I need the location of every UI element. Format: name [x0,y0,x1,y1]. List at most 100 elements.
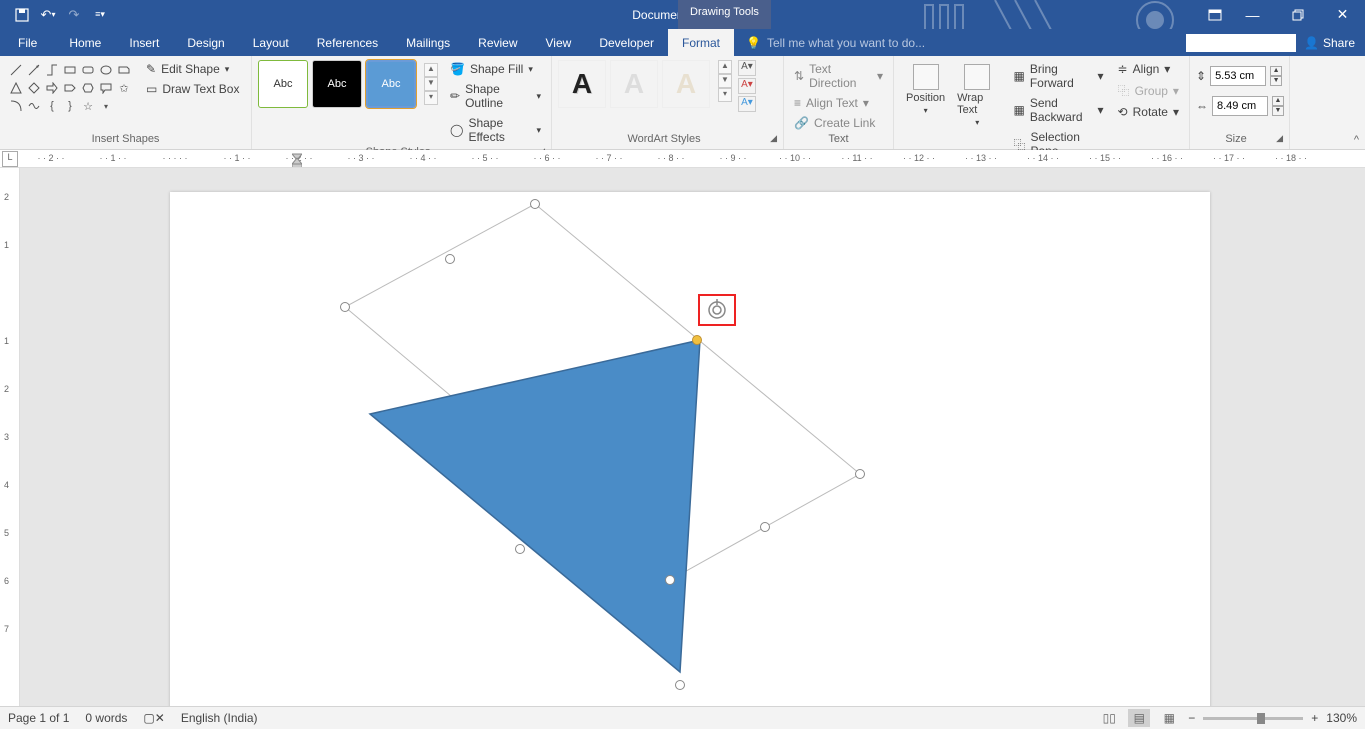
height-input[interactable] [1210,66,1266,86]
bring-forward-button[interactable]: ▦Bring Forward ▾ [1009,60,1107,92]
shape-star-icon[interactable]: ✩ [116,80,132,96]
send-backward-button[interactable]: ▦Send Backward ▾ [1009,94,1107,126]
width-down[interactable]: ▼ [1272,106,1284,116]
ribbon-display-options-button[interactable] [1200,0,1230,29]
tab-insert[interactable]: Insert [115,29,173,56]
status-page[interactable]: Page 1 of 1 [8,711,69,725]
style-swatch-2[interactable]: Abc [312,60,362,108]
customize-qat-button[interactable]: ≡▾ [88,3,112,27]
tab-review[interactable]: Review [464,29,531,56]
shape-callout-icon[interactable] [98,80,114,96]
zoom-in-button[interactable]: + [1311,711,1318,725]
collapse-ribbon-button[interactable]: ^ [1354,134,1359,146]
print-layout-button[interactable]: ▤ [1128,709,1150,727]
shape-roundrect-icon[interactable] [80,62,96,78]
align-button[interactable]: ≑Align ▾ [1114,60,1183,78]
rotate-button[interactable]: ⟲Rotate ▾ [1114,103,1183,121]
wordart-launcher[interactable]: ◢ [770,133,777,144]
handle-left[interactable] [340,302,350,312]
shape-diamond-icon[interactable] [26,80,42,96]
wa-up-button[interactable]: ▲ [718,60,732,74]
shape-oval-icon[interactable] [98,62,114,78]
redo-button[interactable]: ↷ [62,3,86,27]
page-viewport[interactable] [20,168,1365,706]
tab-selector[interactable]: L [2,151,18,167]
edit-shape-button[interactable]: ✎Edit Shape ▾ [142,60,243,78]
tab-view[interactable]: View [532,29,586,56]
group-button[interactable]: ⿻Group ▾ [1114,80,1183,101]
gallery-down-button[interactable]: ▼ [424,77,438,91]
gallery-more-button[interactable]: ▾ [424,91,438,105]
minimize-button[interactable]: — [1230,0,1275,29]
close-button[interactable]: ✕ [1320,0,1365,29]
tab-design[interactable]: Design [173,29,238,56]
shape-curve-icon[interactable] [8,98,24,114]
shape-wave-icon[interactable] [26,98,42,114]
text-fill-button[interactable]: A▾ [738,60,756,76]
zoom-level[interactable]: 130% [1326,711,1357,725]
wa-swatch-1[interactable]: A [558,60,606,108]
restore-button[interactable] [1275,0,1320,29]
wordart-gallery[interactable]: A A A ▲ ▼ ▾ [558,60,732,108]
status-language[interactable]: English (India) [181,711,258,725]
zoom-thumb[interactable] [1257,713,1265,724]
adjustment-handle[interactable] [692,335,702,345]
shape-snip-icon[interactable] [116,62,132,78]
position-button[interactable]: Position▾ [900,60,951,119]
share-button[interactable]: 👤Share [1304,36,1355,50]
shape-fill-button[interactable]: 🪣Shape Fill ▾ [446,60,545,78]
shape-hexagon-icon[interactable] [80,80,96,96]
height-control[interactable]: ⇕ ▲▼ [1196,66,1284,86]
shapes-gallery[interactable]: ✩ { } ☆ ▾ [6,60,134,116]
handle-tl[interactable] [445,254,455,264]
horizontal-ruler[interactable]: L · · 2 · ·· · 1 · ·· · · · ·· · 1 · ·· … [0,150,1365,168]
shape-arrow-icon[interactable] [44,80,60,96]
wa-down-button[interactable]: ▼ [718,74,732,88]
text-direction-button[interactable]: ⇅Text Direction▾ [790,60,887,92]
shape-triangle-icon[interactable] [8,80,24,96]
shape-rect-icon[interactable] [62,62,78,78]
wa-swatch-3[interactable]: A [662,60,710,108]
handle-bottom2[interactable] [675,680,685,690]
page[interactable] [170,192,1210,706]
shape-styles-gallery[interactable]: Abc Abc Abc ▲ ▼ ▾ [258,60,438,108]
text-effects-button[interactable]: A▾ [738,96,756,112]
tab-references[interactable]: References [303,29,392,56]
tab-layout[interactable]: Layout [239,29,303,56]
title-search-input[interactable] [1186,34,1296,52]
draw-text-box-button[interactable]: ▭Draw Text Box [142,80,243,98]
handle-bottom[interactable] [665,575,675,585]
shape-star2-icon[interactable]: ☆ [80,98,96,114]
web-layout-button[interactable]: ▦ [1158,709,1180,727]
undo-button[interactable]: ↶ ▾ [36,3,60,27]
handle-right[interactable] [855,469,865,479]
indent-marker[interactable] [292,150,302,168]
shapes-more-button[interactable]: ▾ [98,98,114,114]
handle-br[interactable] [760,522,770,532]
read-mode-button[interactable]: ▯▯ [1098,709,1120,727]
vertical-ruler[interactable]: 211234567 [0,168,20,706]
zoom-out-button[interactable]: − [1188,711,1195,725]
tell-me-search[interactable]: 💡 Tell me what you want to do... [734,29,1186,56]
spell-check-icon[interactable]: ▢✕ [143,711,164,725]
shape-line-icon[interactable] [8,62,24,78]
shape-brace-l-icon[interactable]: { [44,98,60,114]
triangle-shape[interactable] [370,340,700,672]
tab-developer[interactable]: Developer [585,29,668,56]
shape-effects-button[interactable]: ◯Shape Effects ▾ [446,114,545,146]
tab-format[interactable]: Format [668,29,734,56]
style-swatch-1[interactable]: Abc [258,60,308,108]
layout-options-button[interactable] [698,294,736,326]
width-control[interactable]: ⇔ ▲▼ [1196,96,1284,116]
height-up[interactable]: ▲ [1270,66,1282,76]
wa-swatch-2[interactable]: A [610,60,658,108]
save-icon[interactable] [10,3,34,27]
width-input[interactable] [1212,96,1268,116]
wrap-text-button[interactable]: Wrap Text▾ [951,60,1003,131]
gallery-up-button[interactable]: ▲ [424,63,438,77]
tab-file[interactable]: File [0,29,55,56]
create-link-button[interactable]: 🔗Create Link [790,114,887,132]
text-outline-button[interactable]: A▾ [738,78,756,94]
height-down[interactable]: ▼ [1270,76,1282,86]
handle-top[interactable] [530,199,540,209]
